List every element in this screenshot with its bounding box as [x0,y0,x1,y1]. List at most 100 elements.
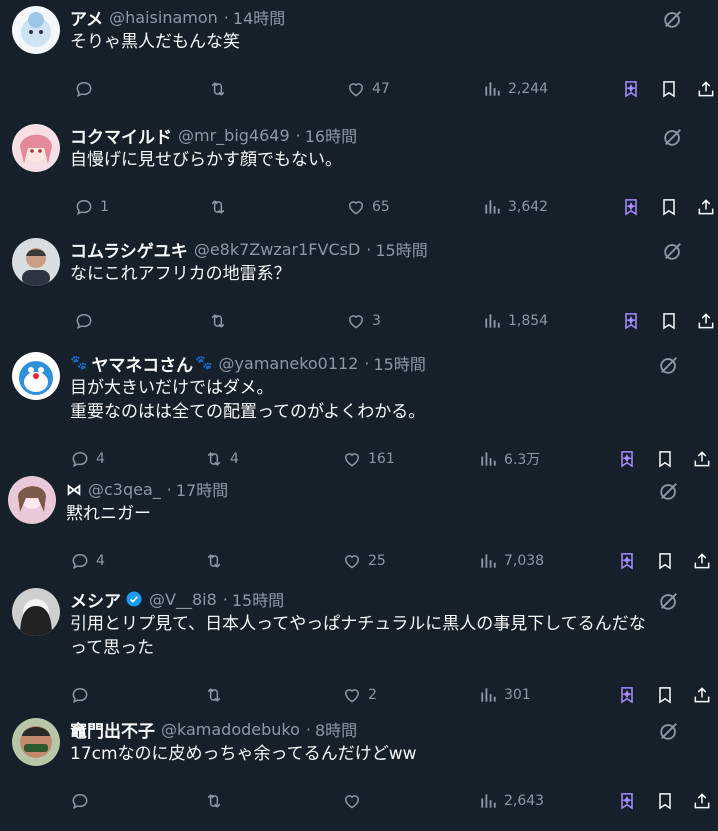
reply-button[interactable]: 4 [70,448,105,470]
timestamp[interactable]: 17時間 [176,477,228,501]
retweet-button[interactable]: 4 [204,448,239,470]
reply-button[interactable] [74,310,100,332]
timestamp[interactable]: 15時間 [375,237,427,261]
display-name[interactable]: 竈門出不子 [70,717,155,742]
retweet-button[interactable] [204,684,230,706]
bookmark-icon[interactable] [655,685,675,705]
like-button[interactable]: 3 [346,310,381,332]
retweet-button[interactable] [208,78,234,100]
like-button[interactable] [342,790,368,812]
display-name[interactable]: コムラシゲユキ [70,237,188,262]
display-name[interactable]: アメ [70,5,103,30]
handle[interactable]: @yamaneko0112 [219,354,359,373]
handle[interactable]: @mr_big4649 [178,126,290,145]
reply-button[interactable] [74,78,100,100]
like-button[interactable]: 25 [342,550,386,572]
tweet[interactable]: コクマイルド @mr_big4649 · 16時間 自慢げに見せびらかす顔でもな… [0,122,718,232]
share-icon[interactable] [696,311,716,331]
bookmark-icon[interactable] [655,791,675,811]
grok-icon[interactable] [658,354,680,376]
views-button[interactable]: 1,854 [482,310,548,332]
share-icon[interactable] [696,197,716,217]
tweet[interactable]: コムラシゲユキ @e8k7Zwzar1FVCsD · 15時間 なにこれアフリカ… [0,236,718,346]
retweet-button[interactable] [208,310,234,332]
timestamp[interactable]: 15時間 [374,351,426,375]
display-name[interactable]: ヤマネコさん [91,351,193,376]
bookmark-icon[interactable] [655,551,675,571]
share-icon[interactable] [692,685,712,705]
views-count: 1,854 [508,313,549,329]
tweet[interactable]: アメ @haisinamon · 14時間 そりゃ黒人だもんな笑 47 2,24… [0,4,718,114]
reply-button[interactable]: 4 [70,550,105,572]
verified-badge-icon [125,590,143,608]
handle[interactable]: @V__8i8 [149,590,217,609]
tweet[interactable]: 竈門出不子 @kamadodebuko · 8時間 17cmなのに皮めっちゃ余っ… [0,716,718,826]
retweet-button[interactable] [204,550,230,572]
like-count: 47 [372,81,390,97]
tweet[interactable]: 🐾 ヤマネコさん 🐾 @yamaneko0112 · 15時間 目が大きいだけではダ… [0,350,718,468]
like-count: 25 [368,553,386,569]
handle[interactable]: @kamadodebuko [161,720,300,739]
timestamp[interactable]: 8時間 [315,717,357,741]
reply-button[interactable] [70,790,96,812]
premium-bookmark-icon[interactable] [617,449,637,469]
premium-bookmark-icon[interactable] [621,311,641,331]
like-button[interactable]: 65 [346,196,390,218]
display-name[interactable]: メシア [70,587,121,612]
timestamp[interactable]: 16時間 [305,123,357,147]
tweet[interactable]: ⋈ @c3qea_ · 17時間 黙れニガー 4 25 7,038 [0,476,718,586]
share-icon[interactable] [692,791,712,811]
avatar[interactable] [12,124,60,172]
avatar[interactable] [12,238,60,286]
handle[interactable]: @c3qea_ [88,480,161,499]
handle[interactable]: @e8k7Zwzar1FVCsD [194,240,360,259]
timestamp[interactable]: 15時間 [232,587,284,611]
share-icon[interactable] [692,551,712,571]
handle[interactable]: @haisinamon [109,8,218,27]
grok-icon[interactable] [662,126,684,148]
retweet-button[interactable] [208,196,234,218]
bookmark-icon[interactable] [659,197,679,217]
avatar[interactable] [12,6,60,54]
share-icon[interactable] [696,79,716,99]
reply-button[interactable]: 1 [74,196,109,218]
retweet-button[interactable] [204,790,230,812]
premium-bookmark-icon[interactable] [617,791,637,811]
grok-icon[interactable] [662,240,684,262]
like-button[interactable]: 47 [346,78,390,100]
grok-icon[interactable] [662,8,684,30]
bookmark-icon[interactable] [659,79,679,99]
reply-count: 1 [100,199,109,215]
premium-bookmark-icon[interactable] [617,685,637,705]
grok-icon[interactable] [658,480,680,502]
display-name-icon[interactable]: ⋈ [66,480,82,499]
avatar[interactable] [12,352,60,400]
tweet-text: 引用とリプ見て、日本人ってやっぱナチュラルに黒人の事見下してるんだな って思った [70,612,700,660]
like-button[interactable]: 161 [342,448,395,470]
share-icon[interactable] [692,449,712,469]
tweet-text-line: 17cmなのに皮めっちゃ余ってるんだけどww [70,744,417,764]
like-button[interactable]: 2 [342,684,377,706]
avatar[interactable] [8,476,56,524]
views-button[interactable]: 6.3万 [478,448,540,470]
bookmark-icon[interactable] [659,311,679,331]
views-button[interactable]: 3,642 [482,196,548,218]
grok-icon[interactable] [658,720,680,742]
tweet-text: 目が大きいだけではダメ。 重要なのはは全ての配置ってのがよくわかる。 [70,376,700,424]
tweet-text-line: 目が大きいだけではダメ。 [70,378,274,398]
views-button[interactable]: 2,643 [478,790,544,812]
bookmark-icon[interactable] [655,449,675,469]
tweet[interactable]: メシア @V__8i8 · 15時間 引用とリプ見て、日本人ってやっぱナチュラル… [0,586,718,704]
premium-bookmark-icon[interactable] [621,79,641,99]
timestamp[interactable]: 14時間 [233,5,285,29]
display-name[interactable]: コクマイルド [70,123,172,148]
views-button[interactable]: 7,038 [478,550,544,572]
reply-button[interactable] [70,684,96,706]
avatar[interactable] [12,718,60,766]
views-button[interactable]: 301 [478,684,531,706]
views-button[interactable]: 2,244 [482,78,548,100]
avatar[interactable] [12,588,60,636]
premium-bookmark-icon[interactable] [621,197,641,217]
premium-bookmark-icon[interactable] [617,551,637,571]
grok-icon[interactable] [658,590,680,612]
